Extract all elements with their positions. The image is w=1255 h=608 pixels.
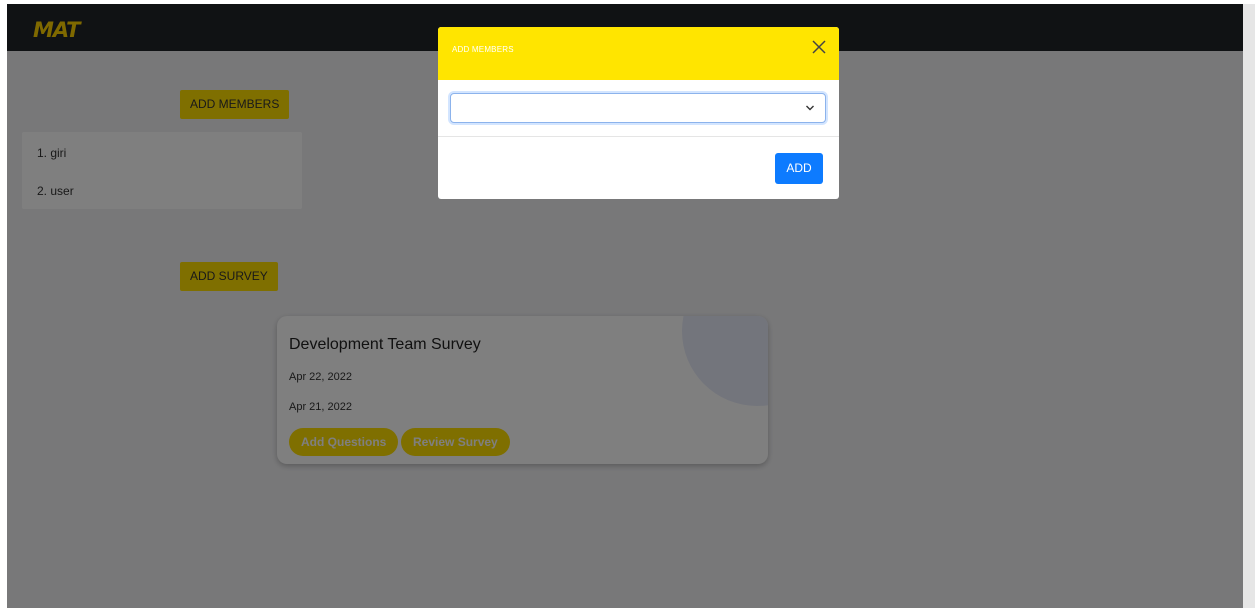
modal-header: ADD MEMBERS <box>438 27 839 80</box>
chevron-down-icon <box>806 105 814 111</box>
app-frame: MAT ADD MEMBERS 1. giri 2. user ADD SURV… <box>7 4 1243 608</box>
member-select[interactable] <box>450 93 826 123</box>
add-button[interactable]: ADD <box>775 153 823 184</box>
close-icon[interactable] <box>810 38 828 56</box>
modal-divider <box>438 136 839 137</box>
modal-title: ADD MEMBERS <box>452 45 514 54</box>
page-scrollbar[interactable] <box>1243 4 1255 608</box>
add-members-modal: ADD MEMBERS ADD <box>438 27 839 199</box>
